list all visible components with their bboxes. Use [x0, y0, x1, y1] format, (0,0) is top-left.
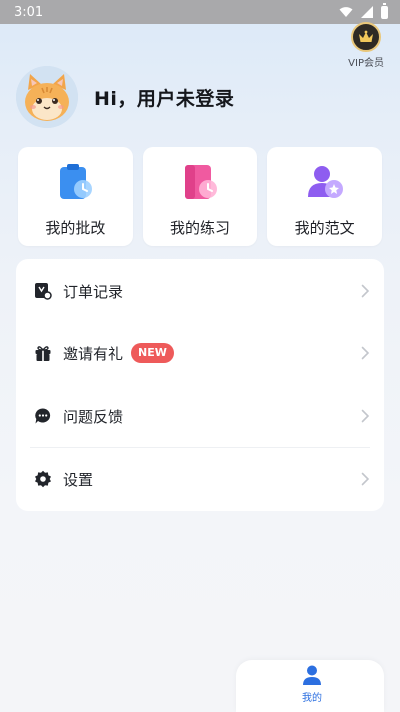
menu-divider — [30, 447, 370, 448]
chevron-right-icon — [361, 284, 370, 298]
user-star-icon — [307, 166, 343, 198]
chat-icon — [35, 408, 51, 424]
my-practice-card[interactable]: 我的练习 — [142, 147, 258, 246]
status-bar: 3:01 — [0, 0, 400, 24]
tab-me[interactable]: 我的 — [290, 664, 334, 704]
tab-me-label: 我的 — [302, 693, 322, 704]
gear-icon — [35, 470, 51, 488]
chevron-right-icon — [361, 346, 370, 360]
status-time: 3:01 — [14, 4, 44, 20]
document-clock-icon — [185, 165, 217, 199]
my-corrections-label: 我的批改 — [45, 219, 106, 237]
vip-label: VIP会员 — [348, 58, 384, 69]
menu-item-feedback[interactable]: 问题反馈 — [16, 396, 384, 436]
clipboard-clock-icon — [60, 164, 93, 199]
avatar[interactable] — [16, 66, 78, 128]
person-icon — [303, 665, 321, 685]
menu-label-orders: 订单记录 — [63, 282, 124, 301]
menu-label-settings: 设置 — [63, 470, 94, 489]
signal-icon — [361, 6, 373, 18]
battery-icon — [381, 2, 388, 19]
my-model-essays-label: 我的范文 — [294, 219, 355, 237]
status-icons — [339, 2, 388, 19]
bottom-nav: 我的 — [236, 660, 384, 712]
gift-icon — [35, 346, 51, 361]
new-badge: NEW — [131, 343, 174, 363]
vip-button[interactable]: VIP会员 — [348, 22, 384, 69]
my-practice-label: 我的练习 — [170, 219, 231, 237]
cat-avatar-icon — [16, 66, 78, 128]
menu-list: 订单记录 邀请有礼 NEW 问题反馈 设置 — [16, 259, 384, 511]
menu-item-invite[interactable]: 邀请有礼 NEW — [16, 333, 384, 373]
menu-label-invite: 邀请有礼 — [63, 344, 124, 363]
menu-item-orders[interactable]: 订单记录 — [16, 271, 384, 311]
menu-label-feedback: 问题反馈 — [63, 407, 124, 426]
my-model-essays-card[interactable]: 我的范文 — [267, 147, 383, 246]
quick-actions: 我的批改 我的练习 我的范文 — [18, 147, 383, 246]
chevron-right-icon — [361, 472, 370, 486]
greeting-text[interactable]: Hi，用户未登录 — [94, 84, 234, 111]
chevron-right-icon — [361, 409, 370, 423]
order-icon — [35, 283, 52, 300]
wifi-icon — [339, 7, 353, 17]
my-corrections-card[interactable]: 我的批改 — [18, 147, 133, 246]
menu-item-settings[interactable]: 设置 — [16, 459, 384, 499]
crown-icon — [351, 22, 382, 52]
